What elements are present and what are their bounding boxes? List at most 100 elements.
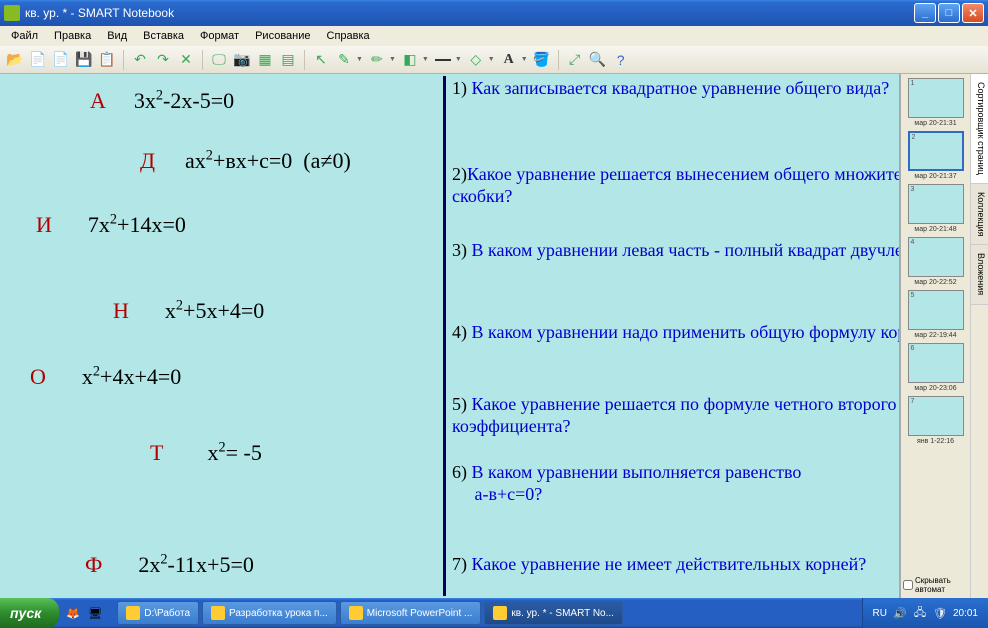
equation-О[interactable]: Оx2+4x+4=0 [30,364,181,390]
menu-bar: ФайлПравкаВидВставкаФорматРисованиеСправ… [0,26,988,46]
open-icon[interactable]: 📂 [6,51,24,69]
select-icon[interactable]: ↖ [312,51,330,69]
equation-letter: И [36,212,52,238]
task-items: D:\РаботаРазработка урока п...Microsoft … [109,601,861,625]
redo-icon[interactable]: ↷ [154,51,172,69]
equation-body: x2= -5 [207,440,261,466]
chevron-down-icon[interactable]: ▼ [521,56,528,63]
menu-формат[interactable]: Формат [193,28,246,44]
thumb-caption: мар 20-23:06 [914,385,956,392]
vertical-divider [443,76,446,596]
question-number: 1) [452,78,472,98]
side-tab-2[interactable]: Вложения [971,245,988,304]
insert-icon[interactable]: ▦ [256,51,274,69]
line-icon[interactable] [434,51,452,69]
hide-auto-checkbox-input[interactable] [903,580,913,590]
equation-body: 3x2-2x-5=0 [134,88,234,114]
new2-icon[interactable]: 📄 [52,51,70,69]
page-thumb-7[interactable]: 7 [908,396,964,436]
start-button[interactable]: пуск [0,598,59,628]
help-icon[interactable]: ? [612,51,630,69]
question-7[interactable]: 7) Какое уравнение не имеет действительн… [452,554,900,576]
taskbar-item-0[interactable]: D:\Работа [117,601,199,625]
zoom-icon[interactable]: 🔍 [589,51,607,69]
hide-auto-checkbox[interactable]: Скрывать автомат [901,572,970,598]
page-thumb-4[interactable]: 4 [908,237,964,277]
chevron-down-icon[interactable]: ▼ [356,56,363,63]
chevron-down-icon[interactable]: ▼ [455,56,462,63]
equation-Ф[interactable]: Ф2x2-11x+5=0 [85,552,254,578]
shape-icon[interactable]: ◇ [467,51,485,69]
text-icon[interactable]: A [500,51,518,69]
save-icon[interactable]: 💾 [75,51,93,69]
eraser-icon[interactable]: ◧ [401,51,419,69]
page-thumb-5[interactable]: 5 [908,290,964,330]
ql-desktop-icon[interactable]: 🖥 [85,603,105,623]
equation-Т[interactable]: Тx2= -5 [150,440,262,466]
page-thumb-3[interactable]: 3 [908,184,964,224]
chevron-down-icon[interactable]: ▼ [488,56,495,63]
new-icon[interactable]: 📄 [29,51,47,69]
equation-Д[interactable]: Даx2+вx+с=0 (a≠0) [140,148,351,174]
canvas[interactable]: А3x2-2x-5=0 Даx2+вx+с=0 (a≠0) И7x2+14x=0 Нx… [0,74,900,598]
page-thumb-6[interactable]: 6 [908,343,964,383]
equation-И[interactable]: И7x2+14x=0 [36,212,186,238]
question-number: 7) [452,554,472,574]
menu-файл[interactable]: Файл [4,28,45,44]
question-1[interactable]: 1) Как записывается квадратное уравнение… [452,78,900,100]
undo-icon[interactable]: ↶ [131,51,149,69]
equation-body: x2+5x+4=0 [165,298,264,324]
side-tab-1[interactable]: Коллекция [971,184,988,246]
question-number: 5) [452,394,472,414]
hide-auto-label: Скрывать автомат [915,576,968,594]
question-text: Какое уравнение решается вынесением обще… [452,164,900,206]
menu-правка[interactable]: Правка [47,28,98,44]
table-icon[interactable]: ▤ [279,51,297,69]
taskbar-item-1[interactable]: Разработка урока п... [202,601,337,625]
question-6[interactable]: 6) В каком уравнении выполняется равенст… [452,462,900,505]
delete-icon[interactable]: ✕ [177,51,195,69]
question-text: В каком уравнении левая часть - полный к… [472,240,901,260]
tray-shield-icon[interactable]: 🛡 [933,606,947,620]
fill-icon[interactable]: 🪣 [533,51,551,69]
taskbar-item-icon [493,606,507,620]
menu-справка[interactable]: Справка [320,28,377,44]
tray-volume-icon[interactable]: 🔊 [893,606,907,620]
chevron-down-icon[interactable]: ▼ [422,56,429,63]
move-icon[interactable]: ⤢ [566,51,584,69]
capture-icon[interactable]: 📷 [233,51,251,69]
screen-icon[interactable]: 🖵 [210,51,228,69]
maximize-button[interactable]: □ [938,3,960,23]
window-title: кв. ур. * - SMART Notebook [25,6,914,20]
equation-body: x2+4x+4=0 [82,364,181,390]
page-thumb-2[interactable]: 2 [908,131,964,171]
menu-вид[interactable]: Вид [100,28,134,44]
thumb-caption: мар 20-21:37 [914,173,956,180]
tray-network-icon[interactable]: 🖧 [913,606,927,620]
equation-А[interactable]: А3x2-2x-5=0 [90,88,234,114]
equation-Н[interactable]: Нx2+5x+4=0 [113,298,264,324]
thumb-caption: мар 22-19:44 [914,332,956,339]
ql-browser-icon[interactable]: 🦊 [63,603,83,623]
taskbar-item-3[interactable]: кв. ур. * - SMART No... [484,601,623,625]
pen2-icon[interactable]: ✏ [368,51,386,69]
menu-вставка[interactable]: Вставка [136,28,191,44]
question-5[interactable]: 5) Какое уравнение решается по формуле ч… [452,394,900,437]
menu-рисование[interactable]: Рисование [248,28,317,44]
pen-icon[interactable]: ✎ [335,51,353,69]
thumb-caption: мар 20-21:31 [914,120,956,127]
question-3[interactable]: 3) В каком уравнении левая часть - полны… [452,240,900,262]
chevron-down-icon[interactable]: ▼ [389,56,396,63]
close-button[interactable]: ✕ [962,3,984,23]
question-number: 2) [452,164,467,184]
taskbar-item-2[interactable]: Microsoft PowerPoint ... [340,601,482,625]
question-4[interactable]: 4) В каком уравнении надо применить общу… [452,322,900,344]
minimize-button[interactable]: _ [914,3,936,23]
page-thumb-1[interactable]: 1 [908,78,964,118]
separator [123,50,124,70]
separator [304,50,305,70]
question-2[interactable]: 2)Какое уравнение решается вынесением об… [452,164,900,207]
side-tab-0[interactable]: Сортировщик страниц [971,74,988,184]
taskbar: пуск 🦊 🖥 D:\РаботаРазработка урока п...M… [0,598,988,628]
paste-icon[interactable]: 📋 [98,51,116,69]
